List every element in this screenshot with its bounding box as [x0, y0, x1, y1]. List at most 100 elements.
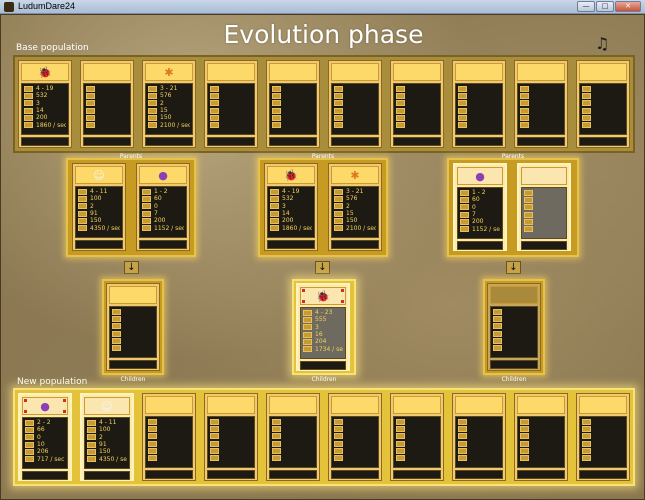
stat-row: 14 — [24, 107, 66, 114]
creature-card[interactable]: ✱ 3 - 21 576 2 15 150 2100 / sec — [328, 163, 382, 251]
stat-icon — [582, 418, 591, 425]
stat-icon — [270, 217, 279, 224]
stat-value: 14 — [36, 107, 44, 115]
stat-value: 200 — [154, 217, 166, 225]
creature-card[interactable]: ✱ 3 - 21 576 2 15 150 2100 / sec — [142, 60, 196, 148]
stat-icon — [87, 456, 96, 463]
stat-icon — [112, 308, 121, 315]
stat-icon — [524, 189, 533, 196]
stat-row — [396, 107, 438, 114]
creature-card[interactable] — [204, 393, 258, 481]
parents-panel-2: 🐞 4 - 19 532 3 14 200 1860 / sec ✱ 3 - 21 576 2 15 1… — [258, 158, 388, 257]
stat-value: 4 - 11 — [99, 419, 117, 427]
stat-icon — [396, 418, 405, 425]
stat-icon — [460, 211, 469, 218]
stat-icon — [148, 85, 157, 92]
card-stats — [455, 83, 503, 135]
creature-card[interactable] — [106, 283, 160, 371]
stat-row — [582, 85, 624, 92]
stat-row — [210, 454, 252, 462]
creature-card[interactable]: ● 2 - 2 66 0 10 206 717 / sec — [18, 393, 72, 481]
stat-row — [493, 330, 535, 337]
stat-row — [334, 92, 376, 99]
stat-row: 91 — [78, 210, 120, 217]
stat-icon — [148, 107, 157, 114]
stat-icon — [334, 100, 343, 107]
stat-icon — [148, 440, 157, 447]
card-footer — [455, 470, 503, 479]
creature-card[interactable] — [576, 60, 630, 148]
stat-icon — [86, 107, 95, 114]
creature-card[interactable]: ☺ 4 - 111002911504350 / sec — [72, 163, 126, 251]
stat-icon — [460, 218, 469, 225]
stat-icon — [524, 218, 533, 225]
selection-corner — [341, 289, 344, 292]
minimize-button[interactable]: — — [577, 1, 595, 12]
creature-card[interactable] — [452, 60, 506, 148]
stat-row — [520, 447, 562, 454]
creature-card[interactable]: ● 1 - 260072001152 / sec — [453, 163, 507, 251]
stat-value: 1 - 2 — [154, 188, 168, 196]
stat-icon — [78, 188, 87, 195]
stat-icon — [272, 440, 281, 447]
stat-icon — [86, 100, 95, 107]
creature-card[interactable] — [514, 393, 568, 481]
creature-card[interactable]: ☺ 4 - 111002911504350 / sec — [80, 393, 134, 481]
creature-card[interactable] — [514, 60, 568, 148]
creature-card[interactable] — [452, 393, 506, 481]
creature-card[interactable] — [328, 60, 382, 148]
creature-card[interactable] — [80, 60, 134, 148]
creature-card[interactable] — [142, 393, 196, 481]
stat-row: 2 — [148, 100, 190, 107]
stat-icon — [524, 204, 533, 211]
stat-row — [582, 433, 624, 440]
stat-icon — [24, 85, 33, 92]
window-controls: — □ ✕ — [577, 1, 641, 12]
creature-card[interactable] — [576, 393, 630, 481]
stat-row: 60 — [460, 196, 500, 203]
stat-row — [458, 433, 500, 440]
stat-icon — [334, 195, 343, 202]
stat-row: 1152 / sec — [460, 225, 500, 233]
stat-value: 3 — [36, 99, 40, 107]
close-button[interactable]: ✕ — [615, 1, 641, 12]
card-footer — [145, 470, 193, 479]
stat-row — [582, 107, 624, 114]
creature-card[interactable] — [517, 163, 571, 251]
stat-row — [493, 344, 535, 352]
stat-value: 1860 / sec — [282, 224, 312, 232]
stat-icon — [210, 455, 219, 462]
card-footer — [267, 240, 315, 249]
stat-icon — [210, 85, 219, 92]
creature-card[interactable]: 🐞 4 - 19 532 3 14 200 1860 / sec — [18, 60, 72, 148]
stat-row: 532 — [24, 92, 66, 99]
creature-card[interactable]: 🐞 4 - 19 532 3 14 200 1860 / sec — [264, 163, 318, 251]
maximize-button[interactable]: □ — [596, 1, 614, 12]
red-bug-icon: 🐞 — [284, 168, 298, 182]
creature-card[interactable]: ● 1 - 260072001152 / sec — [136, 163, 190, 251]
stat-icon — [396, 122, 405, 129]
creature-card[interactable] — [328, 393, 382, 481]
music-toggle-icon[interactable]: ♫ — [595, 34, 609, 53]
selection-corner — [341, 300, 344, 303]
stat-value: 532 — [282, 195, 294, 203]
stat-value: 3 — [315, 323, 319, 331]
creature-card[interactable] — [266, 393, 320, 481]
stat-icon — [334, 203, 343, 210]
stat-row: 576 — [334, 195, 376, 202]
creature-card[interactable] — [204, 60, 258, 148]
creature-card[interactable] — [390, 60, 444, 148]
stat-icon — [112, 315, 121, 322]
stat-icon — [210, 447, 219, 454]
card-stats — [521, 187, 567, 239]
creature-card[interactable] — [487, 283, 541, 371]
stat-icon — [210, 122, 219, 129]
stat-row — [582, 425, 624, 432]
creature-card[interactable]: 🐞 4 - 235553162041734 / sec — [296, 283, 350, 371]
creature-card[interactable] — [390, 393, 444, 481]
stat-row: 4350 / sec — [87, 455, 127, 463]
stat-icon — [25, 456, 34, 463]
stat-icon — [303, 316, 312, 323]
card-portrait: ● — [457, 167, 503, 185]
creature-card[interactable] — [266, 60, 320, 148]
